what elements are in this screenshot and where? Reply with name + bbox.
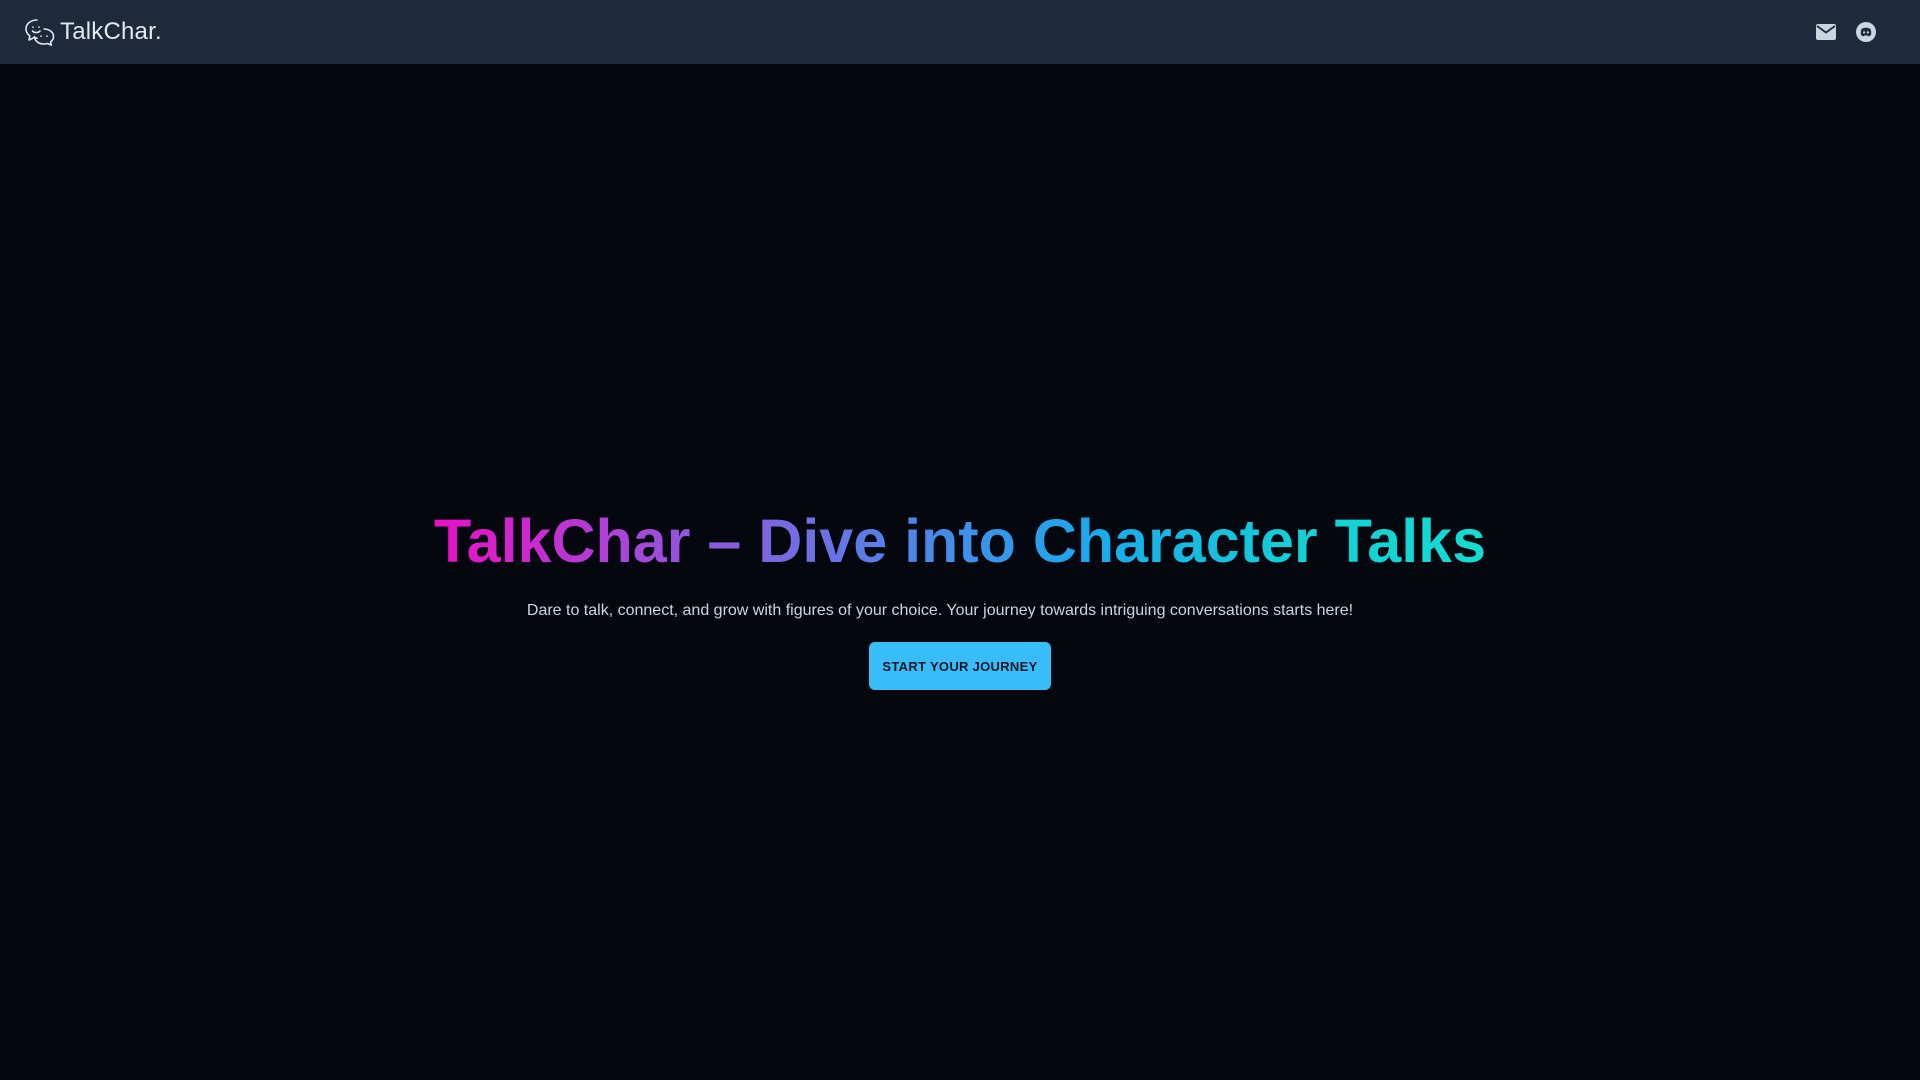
brand-logo[interactable]: TalkChar. <box>24 17 162 47</box>
top-navbar: TalkChar. <box>0 0 1920 64</box>
hero-section: TalkChar – Dive into Character Talks Dar… <box>0 64 1920 1080</box>
discord-button[interactable] <box>1855 21 1877 43</box>
mail-icon <box>1816 24 1836 40</box>
hero-title: TalkChar – Dive into Character Talks <box>434 505 1486 578</box>
start-journey-button[interactable]: START YOUR JOURNEY <box>869 642 1051 691</box>
nav-actions <box>1815 21 1877 43</box>
hero-subtitle: Dare to talk, connect, and grow with fig… <box>526 602 1354 620</box>
mail-button[interactable] <box>1815 21 1837 43</box>
discord-icon <box>1856 22 1876 42</box>
chat-smiley-icon <box>24 17 56 47</box>
brand-name: TalkChar. <box>60 18 162 45</box>
